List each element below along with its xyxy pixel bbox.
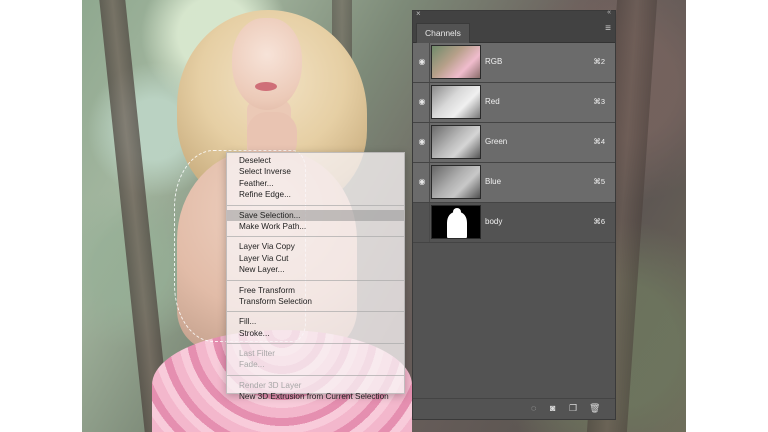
subject-face [232, 18, 302, 110]
column-divider [429, 123, 430, 162]
menu-separator [227, 279, 404, 281]
visibility-eye-icon[interactable]: ◉ [417, 177, 427, 187]
visibility-eye-icon[interactable]: ◉ [417, 97, 427, 107]
column-divider [429, 163, 430, 202]
menu-item-save-selection[interactable]: Save Selection... [227, 209, 404, 221]
menu-separator [227, 236, 404, 238]
menu-item-feather[interactable]: Feather... [227, 178, 404, 189]
menu-item-layer-via-copy[interactable]: Layer Via Copy [227, 241, 404, 252]
menu-separator [227, 204, 404, 206]
visibility-eye-icon[interactable]: ◉ [417, 137, 427, 147]
channel-shortcut: ⌘4 [593, 137, 605, 146]
panel-tab-bar: Channels ≡ [413, 20, 615, 43]
channel-row-blue[interactable]: ◉ Blue ⌘5 [413, 163, 615, 203]
channel-row-green[interactable]: ◉ Green ⌘4 [413, 123, 615, 163]
channel-row-body[interactable]: body ⌘6 [413, 203, 615, 243]
channel-shortcut: ⌘5 [593, 177, 605, 186]
menu-item-render-3d-layer: Render 3D Layer [239, 380, 302, 390]
menu-item-stroke[interactable]: Stroke... [227, 328, 404, 339]
channel-shortcut: ⌘6 [593, 217, 605, 226]
menu-item-last-filter: Last Filter [239, 349, 275, 359]
channel-name: Red [485, 97, 500, 106]
channel-name: body [485, 217, 503, 226]
menu-item-select-inverse[interactable]: Select Inverse [227, 166, 404, 177]
channel-name: Blue [485, 177, 502, 186]
new-channel-icon[interactable]: ❐ [569, 403, 577, 414]
channel-thumbnail [431, 125, 481, 159]
channel-thumbnail [431, 205, 481, 239]
channels-panel: × « Channels ≡ ◉ RGB ⌘2 ◉ Red ⌘3 ◉ Green ⌘4 ◉ Blue… [412, 9, 616, 420]
menu-separator [227, 343, 404, 345]
menu-item-new-layer[interactable]: New Layer... [227, 264, 404, 275]
column-divider [429, 203, 430, 242]
menu-separator [227, 374, 404, 376]
menu-item-transform-selection[interactable]: Transform Selection [227, 296, 404, 307]
tab-channels[interactable]: Channels [416, 23, 470, 43]
menu-item-make-work-path[interactable]: Make Work Path... [227, 221, 404, 232]
menu-item-fill[interactable]: Fill... [227, 316, 404, 327]
column-divider [429, 43, 430, 82]
panel-title-strip: × « [413, 9, 615, 20]
delete-channel-icon[interactable]: 🗑 [589, 403, 600, 414]
panel-menu-icon[interactable]: ≡ [605, 23, 611, 34]
channel-name: Green [485, 137, 508, 146]
panel-footer: ◌ ◙ ❐ 🗑 [413, 398, 615, 419]
visibility-eye-icon[interactable] [417, 217, 427, 227]
channel-thumbnail [431, 165, 481, 199]
context-menu: Deselect Select Inverse Feather... Refine E… [226, 152, 405, 401]
menu-separator [227, 311, 404, 313]
load-selection-icon[interactable]: ◌ [531, 403, 536, 413]
channel-shortcut: ⌘2 [593, 57, 605, 66]
menu-item-free-transform[interactable]: Free Transform [227, 285, 404, 296]
save-selection-icon[interactable]: ◙ [550, 403, 555, 413]
channel-list: ◉ RGB ⌘2 ◉ Red ⌘3 ◉ Green ⌘4 ◉ Blue ⌘5 body ⌘6 [413, 43, 615, 243]
menu-item-fade: Fade... [239, 360, 265, 370]
channel-row-red[interactable]: ◉ Red ⌘3 [413, 83, 615, 123]
visibility-eye-icon[interactable]: ◉ [417, 57, 427, 67]
channel-name: RGB [485, 57, 503, 66]
channel-thumbnail [431, 85, 481, 119]
menu-item-refine-edge[interactable]: Refine Edge... [227, 189, 404, 200]
close-icon[interactable]: × [416, 9, 421, 18]
column-divider [429, 83, 430, 122]
subject-lips [255, 82, 277, 91]
channel-thumbnail [431, 45, 481, 79]
channel-shortcut: ⌘3 [593, 97, 605, 106]
channel-row-rgb[interactable]: ◉ RGB ⌘2 [413, 43, 615, 83]
menu-item-new-3d-extrusion-from-current-selection[interactable]: New 3D Extrusion from Current Selection [227, 391, 404, 402]
menu-item-deselect[interactable]: Deselect [227, 155, 404, 166]
menu-item-layer-via-cut[interactable]: Layer Via Cut [227, 253, 404, 264]
mask-shape-body [447, 212, 467, 238]
collapse-icon[interactable]: « [607, 9, 611, 16]
